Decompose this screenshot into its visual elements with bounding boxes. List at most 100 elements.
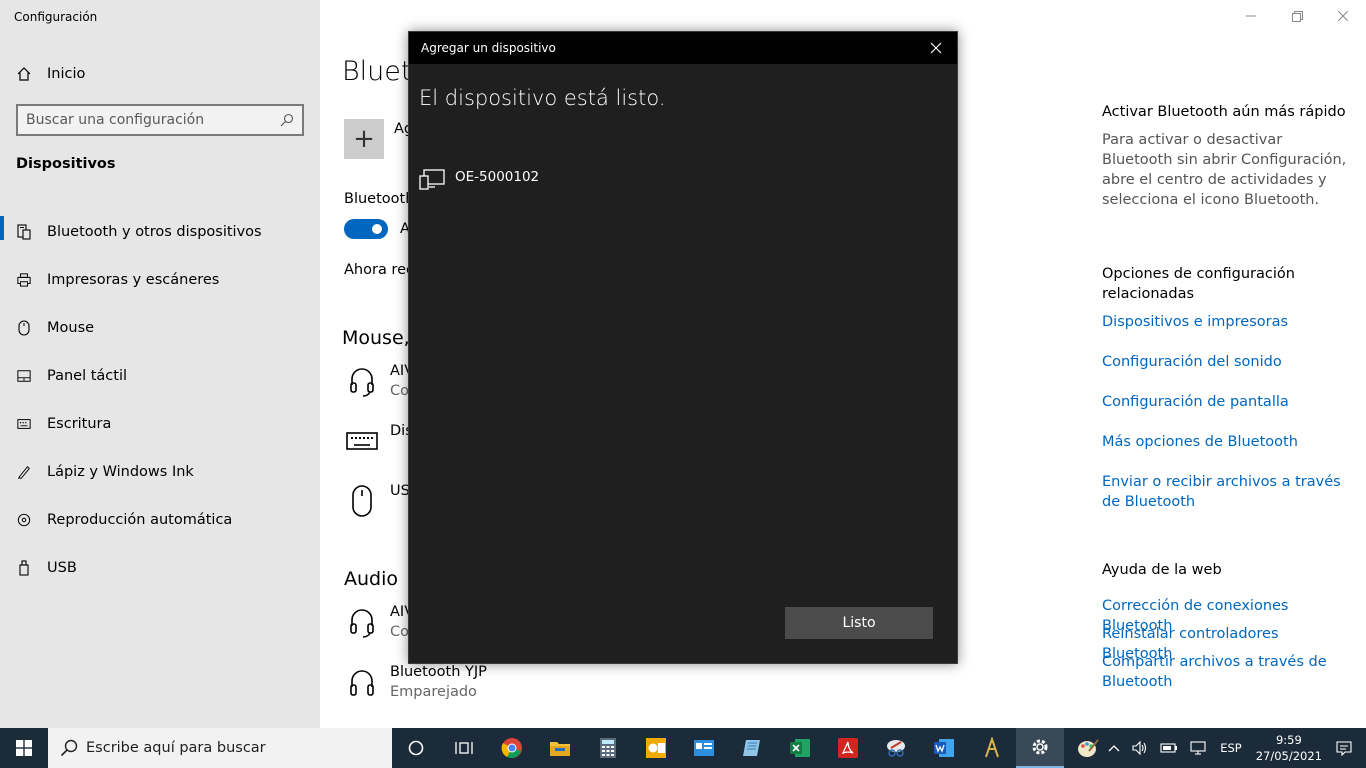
sidebar-item-pen[interactable]: Lápiz y Windows Ink [0,448,320,496]
sidebar-item-label: Escritura [47,416,112,432]
sidebar-item-bluetooth[interactable]: Bluetooth y otros dispositivos [0,208,320,256]
dialog-heading: El dispositivo está listo. [419,86,666,110]
sidebar-item-label: Reproducción automática [47,512,233,528]
device-item[interactable]: Dis [344,421,413,461]
mouse-icon [344,481,380,521]
add-device-dialog: Agregar un dispositivo El dispositivo es… [408,31,958,664]
excel-icon[interactable] [776,728,824,768]
search-icon [60,739,78,757]
sidebar-item-label: Mouse [47,320,95,336]
help-heading: Ayuda de la web [1102,562,1222,578]
sidebar-item-typing[interactable]: Escritura [0,400,320,448]
search-placeholder: Buscar una configuración [26,112,205,128]
headset-icon [344,602,380,642]
minimize-button[interactable] [1228,0,1274,32]
sidebar-item-label: Impresoras y escáneres [47,272,220,288]
mouse-section-heading: Mouse, [342,327,410,349]
app-title: Configuración [14,10,98,24]
volume-icon[interactable] [1132,741,1148,755]
dialog-close-button[interactable] [925,38,947,58]
bluetooth-label: Bluetooth [344,191,415,207]
sidebar-item-label: Bluetooth y otros dispositivos [47,224,262,240]
sidebar: Configuración Inicio Buscar una configur… [0,0,320,728]
notification-icon[interactable] [1336,740,1352,756]
quick-heading: Activar Bluetooth aún más rápido [1102,104,1346,120]
printer-icon [17,272,31,288]
start-button[interactable] [0,728,48,768]
audio-section-heading: Audio [344,568,399,590]
device-item[interactable]: Bluetooth YJP Emparejado [344,662,487,702]
sidebar-item-usb[interactable]: USB [0,544,320,592]
search-icon [280,113,294,127]
device-name: OE-5000102 [455,169,540,185]
clock-date: 27/05/2021 [1255,749,1322,763]
taskbar-apps [392,728,1112,768]
home-icon [17,67,31,81]
sidebar-item-autoplay[interactable]: Reproducción automática [0,496,320,544]
discoverable-text: Ahora rec [344,262,414,278]
outlook-icon[interactable] [632,728,680,768]
taskbar-search-placeholder: Escribe aquí para buscar [86,740,266,756]
word-icon[interactable] [920,728,968,768]
app-logo-icon[interactable] [968,728,1016,768]
calculator-icon[interactable] [584,728,632,768]
chevron-up-icon[interactable] [1108,744,1120,752]
done-button[interactable]: Listo [785,607,933,639]
bluetooth-devices-icon [17,224,31,240]
usb-icon [17,560,31,576]
touchpad-icon [17,368,31,384]
chrome-icon[interactable] [488,728,536,768]
device-item[interactable]: US [344,481,410,521]
taskbar-clock[interactable]: 9:59 27/05/2021 [1256,732,1322,764]
cortana-icon[interactable] [392,728,440,768]
language-indicator[interactable]: ESP [1220,741,1242,755]
link-send-receive-files[interactable]: Enviar o recibir archivos a través de Bl… [1102,472,1352,512]
home-link[interactable]: Inicio [16,62,85,86]
sidebar-item-mouse[interactable]: Mouse [0,304,320,352]
related-heading: Opciones de configuración relacionadas [1102,266,1295,302]
clock-time: 9:59 [1275,733,1302,747]
window-controls [1228,0,1366,32]
settings-search-input[interactable]: Buscar una configuración [16,104,304,136]
snipping-tool-icon[interactable] [872,728,920,768]
sidebar-item-touchpad[interactable]: Panel táctil [0,352,320,400]
file-explorer-icon[interactable] [536,728,584,768]
system-tray: ESP 9:59 27/05/2021 [1102,728,1366,768]
dialog-titlebar: Agregar un dispositivo [409,32,957,64]
windows-logo-icon [16,740,32,756]
section-title: Dispositivos [16,156,116,172]
close-button[interactable] [1320,0,1366,32]
link-share-files[interactable]: Compartir archivos a través de Bluetooth [1102,652,1352,692]
add-device-button[interactable]: + [344,119,384,159]
pen-icon [17,464,31,480]
link-more-bluetooth[interactable]: Más opciones de Bluetooth [1102,432,1352,452]
sidebar-item-printers[interactable]: Impresoras y escáneres [0,256,320,304]
sidebar-item-label: Panel táctil [47,368,128,384]
acrobat-icon[interactable] [824,728,872,768]
network-icon[interactable] [1190,741,1208,755]
autoplay-icon [17,512,31,528]
display-device-icon [419,169,445,190]
battery-icon[interactable] [1160,742,1178,754]
maximize-button[interactable] [1274,0,1320,32]
device-item[interactable]: AIV Co [344,361,414,401]
device-status: Emparejado [390,684,477,700]
link-sound-settings[interactable]: Configuración del sonido [1102,352,1352,372]
home-label: Inicio [47,66,86,82]
dialog-title: Agregar un dispositivo [421,41,556,55]
notepad-icon[interactable] [728,728,776,768]
close-icon [930,42,942,54]
paired-device-item: OE-5000102 [419,168,539,190]
quick-text: Para activar o desactivar Bluetooth sin … [1102,132,1347,208]
settings-icon[interactable] [1016,728,1064,768]
contacts-card-icon[interactable] [680,728,728,768]
link-display-settings[interactable]: Configuración de pantalla [1102,392,1352,412]
taskbar-search-input[interactable]: Escribe aquí para buscar [48,728,392,768]
task-view-icon[interactable] [440,728,488,768]
link-devices-printers[interactable]: Dispositivos e impresoras [1102,312,1352,332]
headset-icon [344,361,380,401]
sidebar-nav: Bluetooth y otros dispositivos Impresora… [0,208,320,592]
bluetooth-toggle[interactable] [344,219,388,239]
sidebar-item-label: USB [47,560,77,576]
device-item[interactable]: AIV Co [344,602,414,642]
